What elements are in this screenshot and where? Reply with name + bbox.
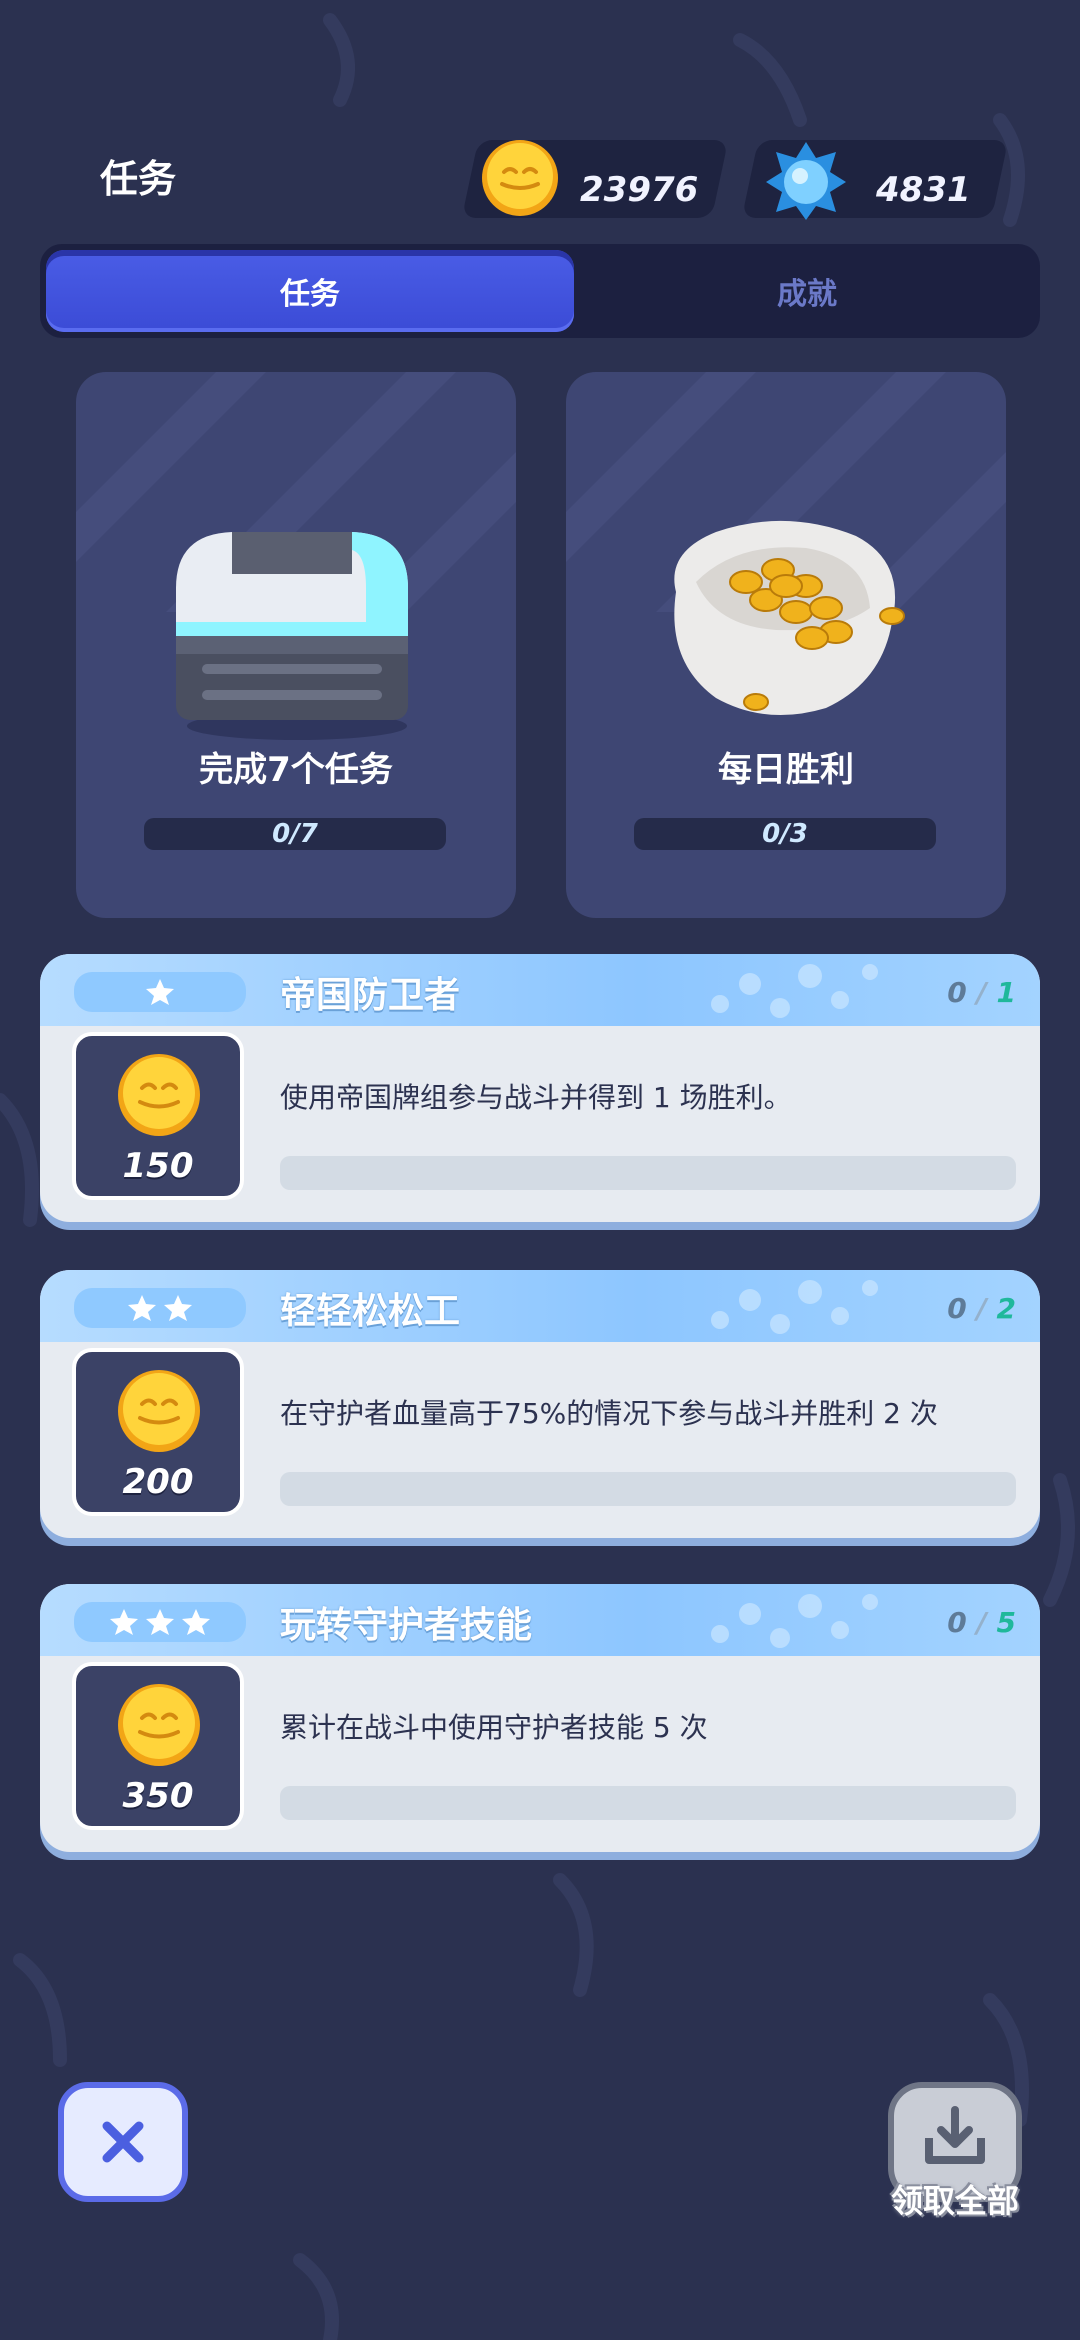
quest-count: 0 / 5: [947, 1606, 1016, 1639]
summary-card-daily-wins[interactable]: 每日胜利 0/3: [566, 372, 1006, 918]
close-icon: [102, 2121, 144, 2163]
close-button[interactable]: [58, 2082, 188, 2202]
quest-count-max: 1: [996, 976, 1016, 1009]
summary-progress-daily-wins: 0/3: [634, 818, 936, 850]
difficulty-stars: [74, 972, 246, 1012]
tab-achievements[interactable]: 成就: [580, 250, 1034, 332]
quest-card[interactable]: 轻轻松松工 0 / 2 200 在守护者血量高于75%的情况下参与战斗并胜利 2 次: [40, 1270, 1040, 1538]
quest-progress-bar: [280, 1156, 1016, 1190]
difficulty-stars: [74, 1602, 246, 1642]
page-title: 任务: [100, 157, 177, 201]
coin-icon: [118, 1370, 200, 1452]
star-icon: [164, 1295, 192, 1321]
quest-header-pattern: [711, 964, 878, 1018]
star-icon: [146, 1609, 174, 1635]
reward-box: 350: [72, 1662, 244, 1830]
quest-header-pattern: [711, 1280, 878, 1334]
quest-description: 在守护者血量高于75%的情况下参与战斗并胜利 2 次: [280, 1397, 938, 1430]
reward-value: 350: [122, 1776, 194, 1816]
reward-value: 200: [122, 1462, 194, 1502]
claim-all-label: 领取全部: [890, 2182, 1019, 2220]
reward-value: 150: [122, 1146, 194, 1186]
gem-icon: [766, 142, 846, 220]
tab-bar: 任务 成就: [40, 244, 1040, 338]
tab-tasks[interactable]: 任务: [46, 250, 574, 332]
coin-bag-icon: [674, 520, 905, 716]
quest-header: 玩转守护者技能 0 / 5: [40, 1584, 1040, 1656]
chest-icon: [176, 532, 408, 740]
quest-count-separator: /: [966, 1292, 997, 1325]
summary-card-complete-tasks[interactable]: 完成7个任务 0/7: [76, 372, 516, 918]
summary-progress-complete-tasks: 0/7: [144, 818, 446, 850]
star-icon: [182, 1609, 210, 1635]
quest-count-current: 0: [947, 976, 967, 1009]
quest-title: 轻轻松松工: [280, 1291, 461, 1332]
quest-progress-bar: [280, 1786, 1016, 1820]
download-icon: [925, 2106, 985, 2164]
summary-label-complete-tasks: 完成7个任务: [199, 750, 393, 790]
quest-card[interactable]: 帝国防卫者 0 / 1 150 使用帝国牌组参与战斗并得到 1 场胜利。: [40, 954, 1040, 1222]
quest-title: 玩转守护者技能: [280, 1605, 533, 1646]
quest-count-current: 0: [947, 1606, 967, 1639]
quest-header: 轻轻松松工 0 / 2: [40, 1270, 1040, 1342]
star-icon: [128, 1295, 156, 1321]
quest-header: 帝国防卫者 0 / 1: [40, 954, 1040, 1026]
star-icon: [146, 979, 174, 1005]
reward-box: 150: [72, 1032, 244, 1200]
quest-title: 帝国防卫者: [280, 975, 461, 1016]
quest-card[interactable]: 玩转守护者技能 0 / 5 350 累计在战斗中使用守护者技能 5 次: [40, 1584, 1040, 1852]
coin-icon: [482, 140, 558, 216]
coin-icon: [118, 1684, 200, 1766]
quest-header-pattern: [711, 1594, 878, 1648]
coin-icon: [118, 1054, 200, 1136]
gem-balance: 4831: [876, 170, 971, 210]
quest-count: 0 / 1: [947, 976, 1016, 1009]
quest-description: 使用帝国牌组参与战斗并得到 1 场胜利。: [280, 1081, 792, 1114]
difficulty-stars: [74, 1288, 246, 1328]
coin-balance: 23976: [580, 170, 699, 210]
summary-label-daily-wins: 每日胜利: [718, 750, 854, 790]
quest-count-separator: /: [966, 976, 997, 1009]
quest-count-separator: /: [966, 1606, 997, 1639]
quest-count-max: 5: [996, 1606, 1016, 1639]
quest-description: 累计在战斗中使用守护者技能 5 次: [280, 1711, 708, 1744]
quest-count-current: 0: [947, 1292, 967, 1325]
quest-progress-bar: [280, 1472, 1016, 1506]
quest-count-max: 2: [996, 1292, 1016, 1325]
star-icon: [110, 1609, 138, 1635]
quest-count: 0 / 2: [947, 1292, 1016, 1325]
reward-box: 200: [72, 1348, 244, 1516]
